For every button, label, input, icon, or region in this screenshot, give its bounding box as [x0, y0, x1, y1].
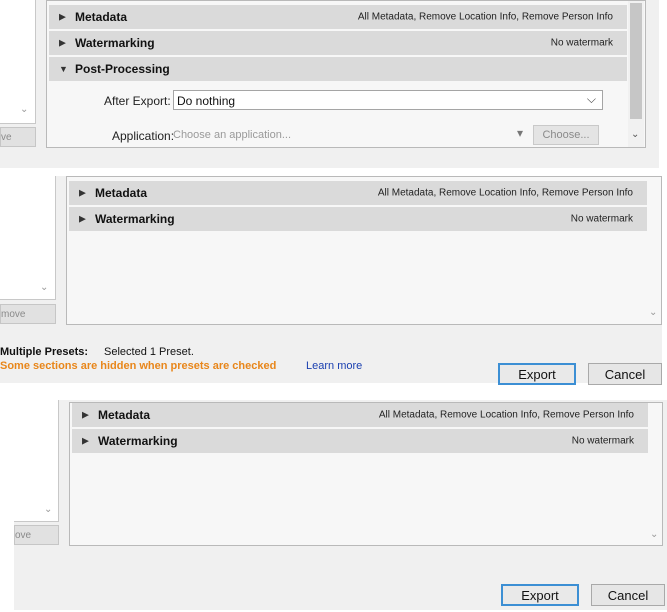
dropdown-icon: ⌵ — [586, 92, 596, 106]
section-title: Metadata — [95, 186, 148, 200]
section-title: Watermarking — [95, 212, 175, 226]
section-title: Post-Processing — [75, 62, 170, 76]
section-watermarking[interactable]: ▶ Watermarking No watermark — [69, 207, 647, 231]
expand-triangle-icon: ▶ — [82, 409, 89, 420]
preset-list-2[interactable]: ⌄ — [0, 176, 56, 300]
cancel-button-label: Cancel — [604, 366, 646, 382]
preset-list-3[interactable]: ⌄ — [14, 400, 59, 522]
section-summary: All Metadata, Remove Location Info, Remo… — [378, 409, 634, 421]
section-title: Watermarking — [75, 36, 155, 50]
expand-triangle-icon: ▶ — [59, 11, 66, 22]
export-settings-box-3: ▶ Metadata All Metadata, Remove Location… — [69, 402, 663, 546]
collapse-triangle-icon: ▼ — [59, 64, 68, 74]
scroll-down-icon[interactable]: ⌄ — [44, 504, 52, 515]
preset-list-1[interactable]: ⌄ — [0, 0, 36, 124]
remove-button-label: ove — [15, 530, 32, 541]
expand-triangle-icon: ▶ — [59, 37, 66, 48]
scroll-down-icon[interactable]: ⌄ — [20, 104, 28, 115]
application-dropdown-icon[interactable]: ▾ — [517, 126, 523, 140]
choose-application-button[interactable]: Choose... — [533, 125, 599, 145]
export-panel-1: ⌄ ve ▶ Metadata All Metadata, Remove Loc… — [0, 0, 659, 168]
scroll-down-icon[interactable]: ⌄ — [631, 129, 639, 140]
section-title: Metadata — [98, 408, 151, 422]
section-summary: No watermark — [550, 37, 613, 49]
export-button-label: Export — [518, 366, 556, 382]
multiple-presets-label: Multiple Presets: — [0, 346, 89, 358]
expand-triangle-icon: ▶ — [82, 435, 89, 446]
export-button[interactable]: Export — [498, 363, 576, 385]
after-export-label: After Export: — [104, 94, 171, 108]
scrollbar-thumb[interactable] — [630, 3, 642, 119]
export-button-label: Export — [521, 587, 559, 603]
export-settings-box-1: ▶ Metadata All Metadata, Remove Location… — [46, 0, 646, 148]
cancel-button[interactable]: Cancel — [591, 584, 665, 606]
section-metadata[interactable]: ▶ Metadata All Metadata, Remove Location… — [49, 5, 627, 29]
vertical-scrollbar[interactable]: ⌄ — [628, 1, 644, 147]
cancel-button[interactable]: Cancel — [588, 363, 662, 385]
export-panel-3: ⌄ ove ▶ Metadata All Metadata, Remove Lo… — [14, 400, 667, 610]
application-placeholder[interactable]: Choose an application... — [173, 129, 291, 141]
after-export-value: Do nothing — [177, 94, 236, 108]
expand-triangle-icon: ▶ — [79, 213, 86, 224]
remove-button-label: ve — [1, 132, 12, 143]
scroll-down-icon[interactable]: ⌄ — [650, 529, 658, 540]
section-metadata[interactable]: ▶ Metadata All Metadata, Remove Location… — [72, 403, 648, 427]
section-post-processing[interactable]: ▼ Post-Processing — [49, 57, 627, 81]
remove-preset-button-2[interactable]: move — [0, 304, 56, 324]
after-export-select[interactable]: Do nothing ⌵ — [173, 90, 603, 110]
multiple-presets-value: Selected 1 Preset. — [104, 346, 194, 358]
section-summary: No watermark — [570, 213, 633, 225]
cancel-button-label: Cancel — [607, 587, 649, 603]
remove-preset-button-3[interactable]: ove — [14, 525, 59, 545]
section-summary: All Metadata, Remove Location Info, Remo… — [357, 11, 613, 23]
section-title: Watermarking — [98, 434, 178, 448]
export-settings-box-2: ▶ Metadata All Metadata, Remove Location… — [66, 176, 662, 325]
section-summary: No watermark — [571, 435, 634, 447]
choose-button-label: Choose... — [542, 129, 590, 141]
scroll-down-icon[interactable]: ⌄ — [40, 282, 48, 293]
export-panel-2: ⌄ move ▶ Metadata All Metadata, Remove L… — [0, 176, 662, 385]
section-watermarking[interactable]: ▶ Watermarking No watermark — [72, 429, 648, 453]
section-title: Metadata — [75, 10, 128, 24]
remove-preset-button-1[interactable]: ve — [0, 127, 36, 147]
expand-triangle-icon: ▶ — [79, 187, 86, 198]
remove-button-label: move — [1, 309, 26, 320]
application-label: Application: — [112, 129, 175, 143]
section-summary: All Metadata, Remove Location Info, Remo… — [377, 187, 633, 199]
section-metadata[interactable]: ▶ Metadata All Metadata, Remove Location… — [69, 181, 647, 205]
hidden-sections-warning: Some sections are hidden when presets ar… — [0, 360, 277, 372]
scroll-down-icon[interactable]: ⌄ — [649, 307, 657, 318]
section-watermarking[interactable]: ▶ Watermarking No watermark — [49, 31, 627, 55]
learn-more-link[interactable]: Learn more — [306, 360, 362, 372]
export-button[interactable]: Export — [501, 584, 579, 606]
